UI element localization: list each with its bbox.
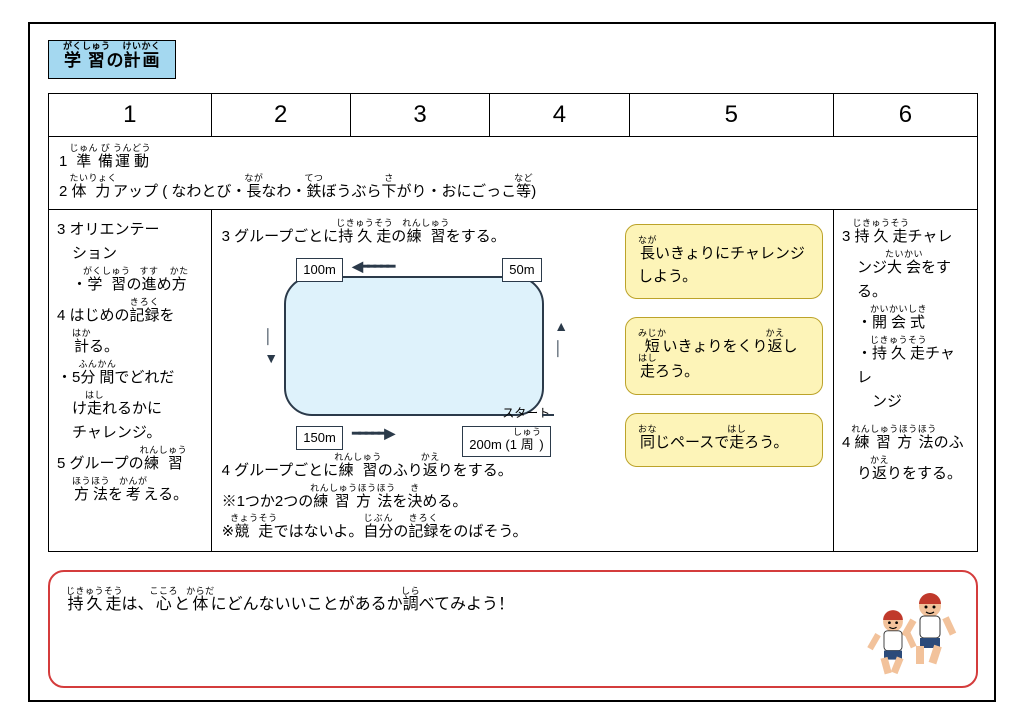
col6-content: 3 持久走じきゅうそうチャレ ンジ大会たいかいをす る。 ・開会式かいかいしき … (833, 210, 977, 552)
kids-running-icon (860, 584, 970, 684)
footer-prompt: 持久走じきゅうそうは、心こころと体からだにどんないいことがあるか調しらべてみよう… (48, 570, 978, 688)
col-1: 1 (49, 94, 212, 136)
middle-heading: 3 グループごとに持久走じきゅうそうの練習れんしゅうをする。 (222, 218, 607, 248)
col1-content: 3 オリエンテー ション ・学習がくしゅうの進すすめ方かた 4 はじめの記録きろ… (49, 210, 212, 552)
tag-short: 短みじかいきょりをくり返かえし走はしろう。 (625, 317, 823, 395)
col-4: 4 (490, 94, 629, 136)
middle-content: 3 グループごとに持久走じきゅうそうの練習れんしゅうをする。 100m 50m … (211, 210, 833, 552)
plan-table: 1 2 3 4 5 6 1 準じゅん備び運うん動どう 2 体たい力りょくアップ … (48, 93, 978, 552)
header-row: 1 2 3 4 5 6 (49, 94, 978, 136)
tag-long: 長ながいきょりにチャレンジしよう。 (625, 224, 823, 299)
row-warmup: 1 準じゅん備び運うん動どう 2 体たい力りょくアップ ( なわとび・長ながなわ… (49, 136, 978, 210)
suggestion-tags: 長ながいきょりにチャレンジしよう。 短みじかいきょりをくり返かえし走はしろう。 … (625, 218, 823, 543)
page-frame: 学がく習しゅうの計けい画かく 1 2 3 4 5 6 1 準じゅん備び運うん動ど… (28, 22, 996, 702)
col-6: 6 (833, 94, 977, 136)
tag-pace: 同おなじペースで走はしろう。 (625, 413, 823, 467)
section-title: 学がく習しゅうの計けい画かく (48, 40, 176, 79)
col-2: 2 (211, 94, 350, 136)
col-3: 3 (350, 94, 489, 136)
col-5: 5 (629, 94, 833, 136)
track-diagram: 100m 50m 150m 200m (1周しゅう) スタート ◀━━━━━ │… (224, 256, 604, 446)
